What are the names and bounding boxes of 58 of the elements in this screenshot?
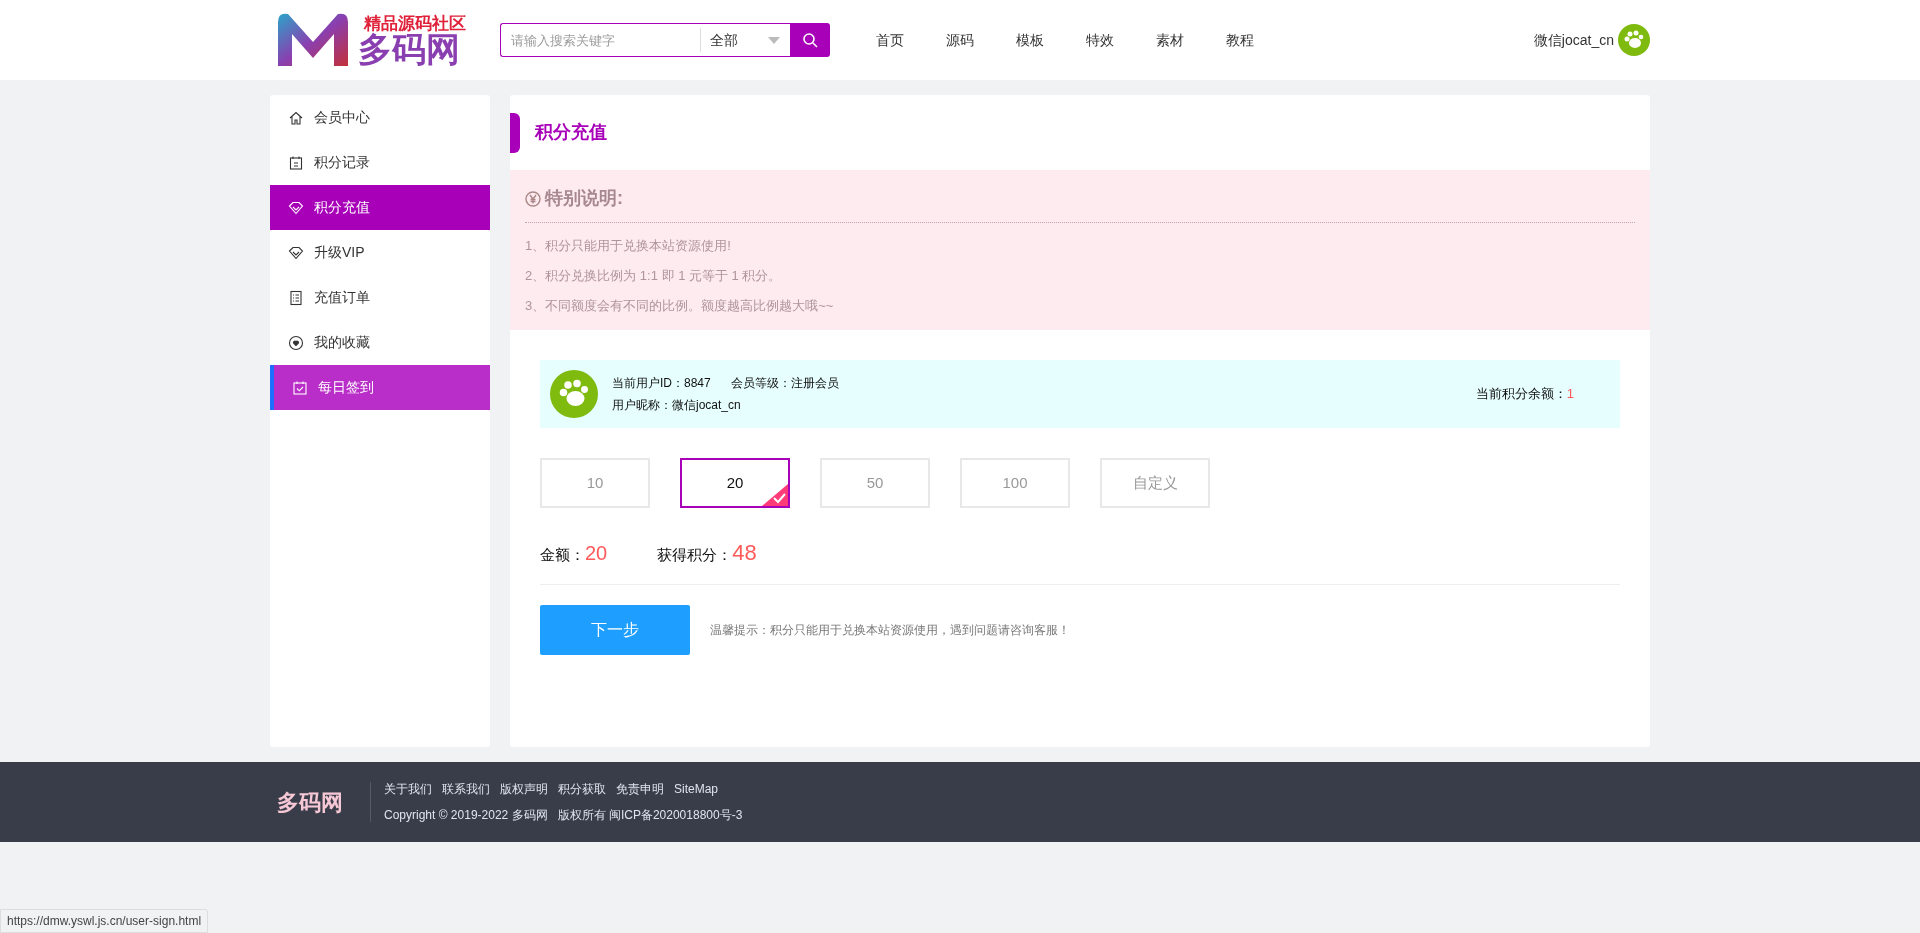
user-nickname: 用户昵称：微信jocat_cn xyxy=(612,397,742,414)
search-button[interactable] xyxy=(790,23,830,57)
search-icon xyxy=(802,32,818,48)
notice-line: 3、不同额度会有不同的比例。额度越高比例越大哦~~ xyxy=(525,297,835,315)
checkmark-corner-icon xyxy=(762,484,788,506)
amount-option[interactable]: 20 xyxy=(680,458,790,508)
heart-circle-icon xyxy=(288,334,304,351)
nav-link[interactable]: 模板 xyxy=(1016,29,1044,51)
search-field[interactable]: 请输入搜索关键字 xyxy=(500,23,700,57)
sidebar-item[interactable]: 升级VIP xyxy=(270,230,490,275)
sidebar-item[interactable]: 充值订单 xyxy=(270,275,490,320)
calendar-check-icon xyxy=(292,379,308,396)
balance-value: 1 xyxy=(1566,385,1574,404)
notice-title: 特别说明: xyxy=(545,187,623,210)
user-id: 当前用户ID：8847 xyxy=(612,375,711,392)
sidebar-item[interactable]: 每日签到 xyxy=(270,365,490,410)
yen-icon xyxy=(525,190,541,207)
nav-link[interactable]: 素材 xyxy=(1156,29,1184,51)
logo-tagline: 精品源码社区 xyxy=(364,14,466,32)
sidebar-item[interactable]: 会员中心 xyxy=(270,95,490,140)
category-dropdown[interactable]: 全部 xyxy=(700,23,790,57)
nav-link[interactable]: 源码 xyxy=(946,29,974,51)
sidebar-item[interactable]: 我的收藏 xyxy=(270,320,490,365)
sidebar-item[interactable]: 积分充值 xyxy=(270,185,490,230)
sidebar-item[interactable]: 积分记录 xyxy=(270,140,490,185)
logo-title: 多码网 xyxy=(358,31,460,66)
footer-link[interactable]: 关于我们 xyxy=(384,780,432,798)
notice-line: 2、积分兑换比例为 1:1 即 1 元等于 1 积分。 xyxy=(525,267,783,285)
points-label: 获得积分： xyxy=(657,546,733,565)
amount-value: 20 xyxy=(585,541,608,566)
footer-link[interactable]: 免责申明 xyxy=(616,780,664,798)
footer-link[interactable]: 联系我们 xyxy=(442,780,490,798)
list-icon xyxy=(288,289,304,306)
footer-logo: 多码网 xyxy=(276,788,344,817)
caret-icon xyxy=(768,36,780,44)
home-icon xyxy=(288,109,304,126)
username[interactable]: 微信jocat_cn xyxy=(1533,29,1614,51)
points-value: 48 xyxy=(732,539,757,567)
notice-line: 1、积分只能用于兑换本站资源使用! xyxy=(525,237,732,255)
nav-link[interactable]: 教程 xyxy=(1226,29,1254,51)
title-marker xyxy=(510,112,520,153)
calendar-icon xyxy=(288,154,304,171)
category-label: 全部 xyxy=(710,30,738,50)
amount-label: 金额： xyxy=(540,545,585,565)
footer-link[interactable]: SiteMap xyxy=(674,780,719,798)
avatar-icon xyxy=(550,370,598,418)
balance-label: 当前积分余额： xyxy=(1475,385,1567,404)
diamond-icon xyxy=(288,199,304,216)
tip-text: 温馨提示：积分只能用于兑换本站资源使用，遇到问题请咨询客服！ xyxy=(710,622,1070,639)
nav-link[interactable]: 特效 xyxy=(1086,29,1114,51)
nav-link[interactable]: 首页 xyxy=(876,29,904,51)
member-level: 会员等级：注册会员 xyxy=(730,375,839,392)
page-title: 积分充值 xyxy=(535,121,607,144)
copyright-text: Copyright © 2019-2022 多码网 版权所有 闽ICP备2020018800号-3 xyxy=(384,807,743,824)
footer-link[interactable]: 积分获取 xyxy=(558,780,606,798)
footer-link[interactable]: 版权声明 xyxy=(500,780,548,798)
diamond-icon xyxy=(288,244,304,261)
status-url: https://dmw.yswl.js.cn/user-sign.html xyxy=(0,909,209,933)
